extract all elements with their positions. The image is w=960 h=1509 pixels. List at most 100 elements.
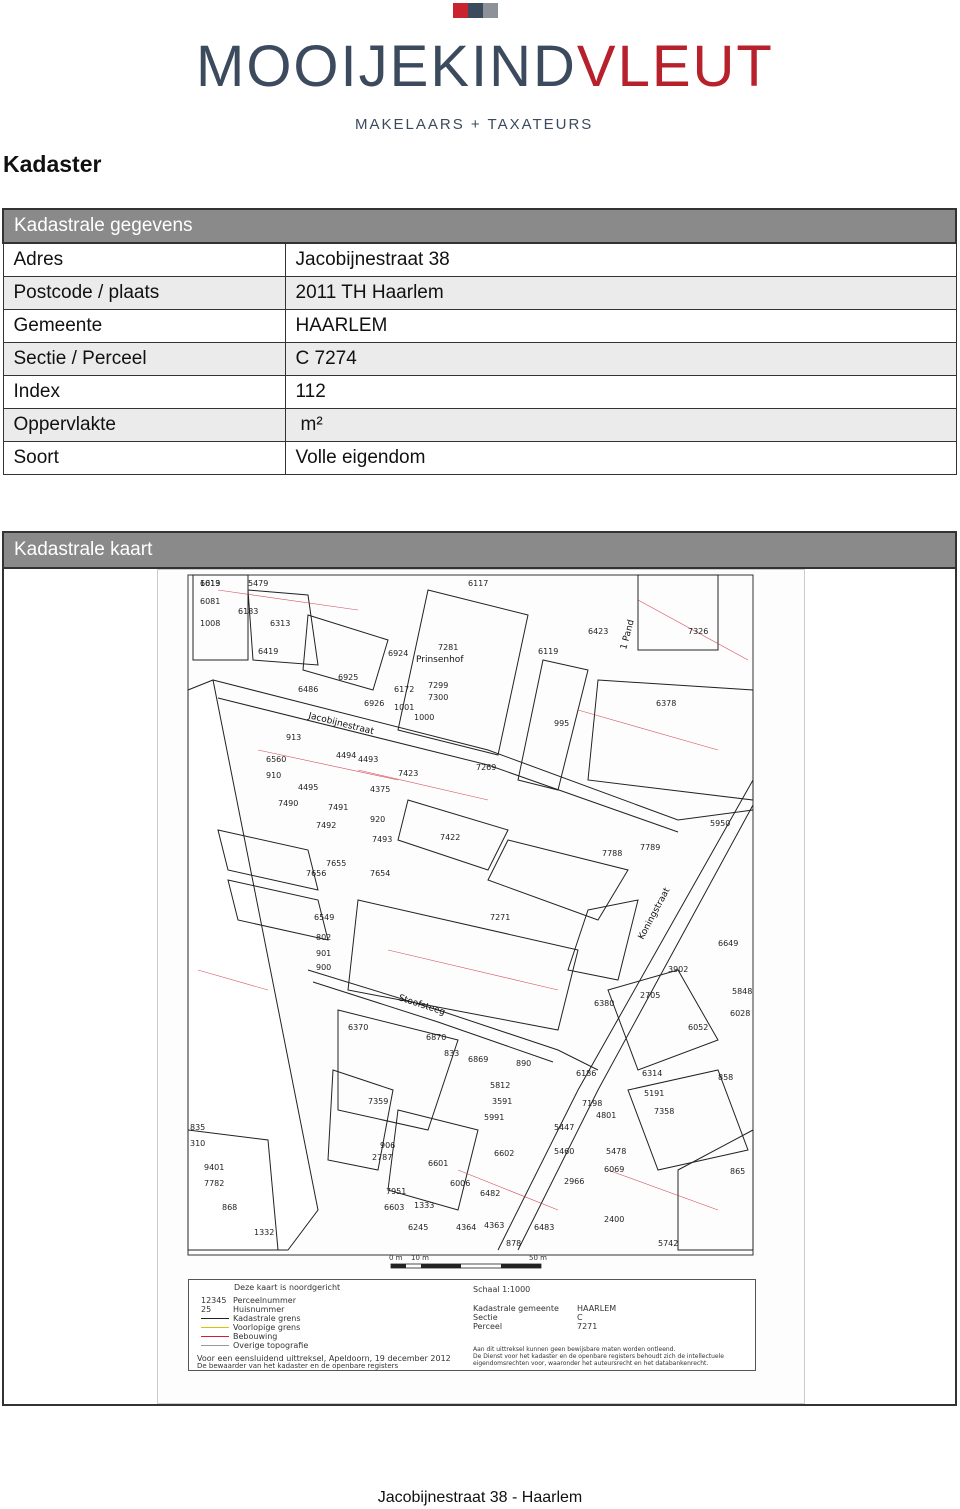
parcel-number-label: 6119 <box>538 647 558 656</box>
parcel-number-label: 5991 <box>484 1113 504 1122</box>
parcel-number-label: 6486 <box>298 685 318 694</box>
parcel-number-label: 913 <box>286 733 301 742</box>
parcel-number-label: 1008 <box>200 619 220 628</box>
parcel-number-label: 920 <box>370 815 385 824</box>
row-value: 112 <box>284 375 957 409</box>
parcel-number-label: 6549 <box>314 913 334 922</box>
street-label: 1 Pand <box>619 619 637 651</box>
parcel-number-label: 6619 <box>200 579 220 588</box>
parcel-number-label: 6419 <box>258 647 278 656</box>
parcel-number-label: 7490 <box>278 799 298 808</box>
logo-bar-red <box>453 3 468 18</box>
parcel-number-label: 6314 <box>642 1069 662 1078</box>
parcel-number-label: 6378 <box>656 699 676 708</box>
row-value: C 7274 <box>284 342 957 376</box>
row-value: Volle eigendom <box>284 441 957 475</box>
parcel-number-label: 310 <box>190 1139 205 1148</box>
parcel-number-label: 7656 <box>306 869 326 878</box>
logo-bar-navy <box>468 3 483 18</box>
scale-start: 0 m <box>389 1254 403 1262</box>
table-row: Gemeente HAARLEM <box>2 309 957 343</box>
parcel-number-label: 865 <box>730 1167 745 1176</box>
parcel-number-label: 6186 <box>576 1069 596 1078</box>
legend-perceel-label: Perceel <box>473 1322 503 1331</box>
parcel-number-label: 6869 <box>468 1055 488 1064</box>
parcel-number-label: 1001 <box>394 703 414 712</box>
legend-schaal: Schaal 1:1000 <box>473 1285 531 1294</box>
legend-sectie-label: Sectie <box>473 1313 498 1322</box>
legend-item: Bebouwing <box>201 1332 308 1341</box>
row-value: Jacobijnestraat 38 <box>284 242 957 277</box>
parcel-number-label: 6006 <box>450 1179 470 1188</box>
legend-north: Deze kaart is noordgericht <box>234 1283 341 1292</box>
parcel-number-label: 878 <box>506 1239 521 1248</box>
parcel-number-label: 6081 <box>200 597 220 606</box>
row-value: 2011 TH Haarlem <box>284 276 957 310</box>
map-drawing: 1013 5479 6117608161831008 63136419 6924 6119… <box>187 574 754 1256</box>
parcel-number-label: 2787 <box>372 1153 392 1162</box>
row-label: Sectie / Perceel <box>2 342 286 376</box>
parcel-number-label: 6172 <box>394 685 414 694</box>
parcel-number-label: 6560 <box>266 755 286 764</box>
row-value: m² <box>284 408 957 442</box>
legend-item: Voorlopige grens <box>201 1323 308 1332</box>
parcel-number-label: 833 <box>444 1049 459 1058</box>
parcel-number-label: 4364 <box>456 1223 476 1232</box>
parcel-number-label: 7951 <box>386 1187 406 1196</box>
legend-item: 25 Huisnummer <box>201 1305 285 1314</box>
legend-sectie-value: C <box>577 1313 583 1322</box>
parcel-number-label: 2966 <box>564 1177 584 1186</box>
legend-item: Kadastrale grens <box>201 1314 308 1323</box>
parcel-number-label: 4375 <box>370 785 390 794</box>
legend-items: 12345 Perceelnummer 25 Huisnummer Kadastra… <box>201 1296 308 1350</box>
parcel-number-label: 900 <box>316 963 331 972</box>
table-header: Kadastrale gegevens <box>2 208 957 244</box>
parcel-number-label: 1332 <box>254 1228 274 1237</box>
legend-disclaimer3: eigendomsrechten voor, waaronder het aut… <box>473 1360 709 1367</box>
parcel-number-label: 901 <box>316 949 331 958</box>
parcel-number-label: 4494 <box>336 751 356 760</box>
street-label: Jacobijnestraat <box>306 711 375 737</box>
legend-footnote2: De bewaarder van het kadaster en de open… <box>197 1362 399 1370</box>
parcel-number-label: 890 <box>516 1059 531 1068</box>
legend-item: Overige topografie <box>201 1341 308 1350</box>
parcel-number-label: 6924 <box>388 649 408 658</box>
legend-line-grey <box>201 1345 229 1346</box>
logo-part1: MOOIJEKIND <box>196 34 577 99</box>
scale-mid: 10 m <box>411 1254 429 1262</box>
parcel-number-label: 7782 <box>204 1179 224 1188</box>
legend-disclaimer2: De Dienst voor het kadaster en de openba… <box>473 1353 724 1360</box>
kadastrale-kaart-section: Kadastrale kaart 1013 5479 6117 6081 618… <box>2 531 957 1406</box>
row-value: HAARLEM <box>284 309 957 343</box>
logo-wordmark: MOOIJEKINDVLEUT <box>196 38 774 96</box>
parcel-number-label: 7492 <box>316 821 336 830</box>
scale-bar: 0 m 10 m 50 m <box>389 1254 549 1274</box>
parcel-number-label: 6423 <box>588 627 608 636</box>
parcel-number-label: 3591 <box>492 1097 512 1106</box>
parcel-number-label: 2400 <box>604 1215 624 1224</box>
parcel-number-label: 6603 <box>384 1203 404 1212</box>
legend-disclaimer1: Aan dit uittreksel kunnen geen bewijsbar… <box>473 1346 676 1353</box>
table-row: Soort Volle eigendom <box>2 441 957 475</box>
parcel-number-label: 7491 <box>328 803 348 812</box>
parcel-number-label: 5479 <box>248 579 268 588</box>
parcel-number-label: 6117 <box>468 579 488 588</box>
parcel-number-label: 6870 <box>426 1033 446 1042</box>
parcel-number-label: 7655 <box>326 859 346 868</box>
parcel-number-label: 7269 <box>476 763 496 772</box>
parcel-number-label: 7789 <box>640 843 660 852</box>
parcel-number-label: 7359 <box>368 1097 388 1106</box>
parcel-number-label: 6380 <box>594 999 614 1008</box>
parcel-number-label: 5812 <box>490 1081 510 1090</box>
parcel-number-label: 858 <box>718 1073 733 1082</box>
parcel-number-label: 9401 <box>204 1163 224 1172</box>
legend-kg-label: Kadastrale gemeente <box>473 1304 559 1313</box>
parcel-number-label: 3902 <box>668 965 688 974</box>
parcel-number-label: 2705 <box>640 991 660 1000</box>
scale-end: 50 m <box>529 1254 547 1262</box>
row-label: Postcode / plaats <box>2 276 286 310</box>
logo-bar-grey <box>483 3 498 18</box>
row-label: Index <box>2 375 286 409</box>
row-label: Soort <box>2 441 286 475</box>
parcel-number-label: 7358 <box>654 1107 674 1116</box>
